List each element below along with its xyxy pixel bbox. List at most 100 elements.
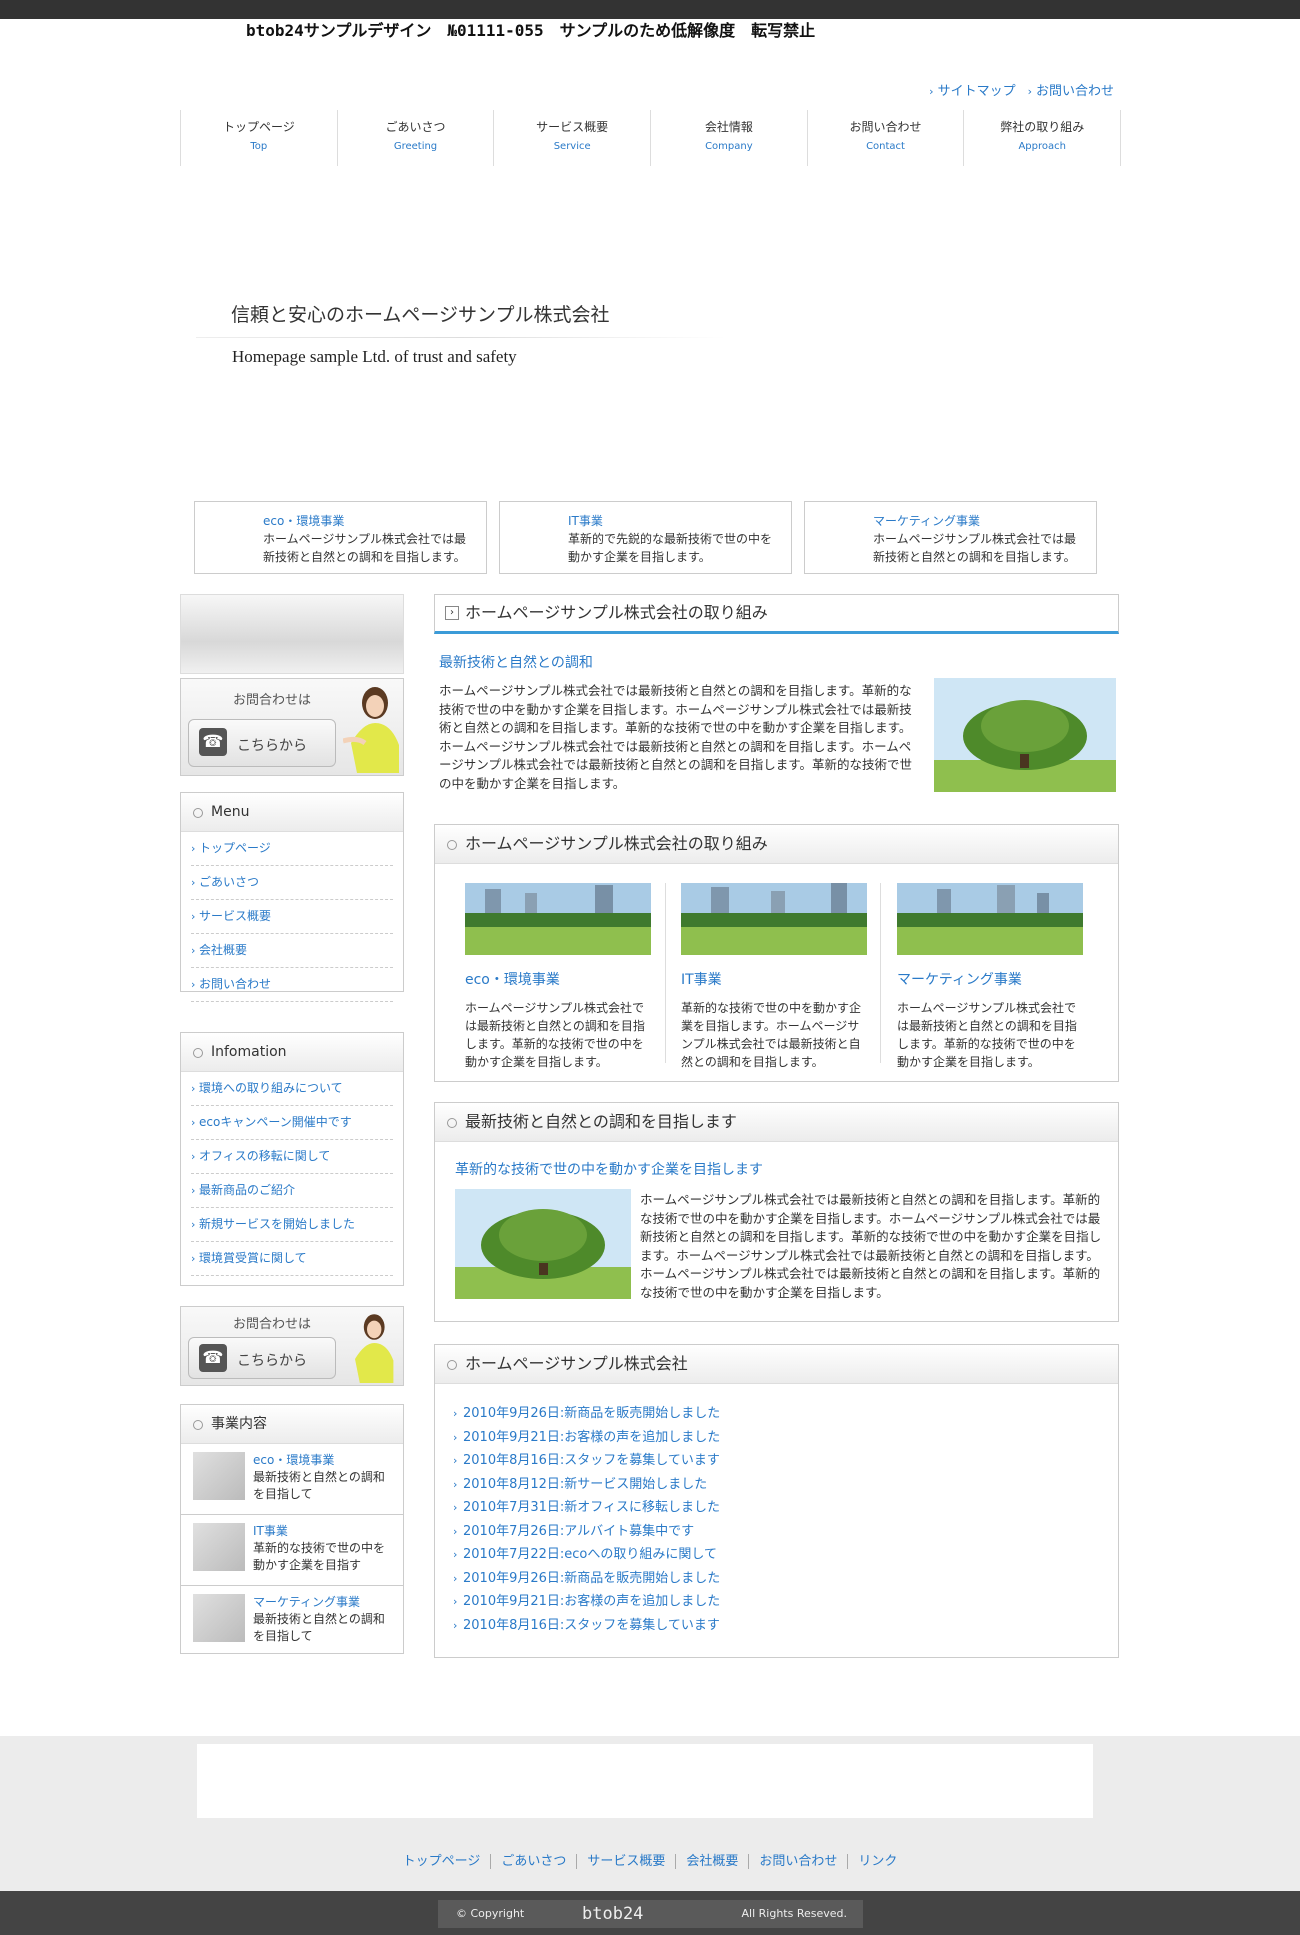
biz-box-marketing[interactable]: マーケティング事業 ホームページサンプル株式会社では最新技術と自然との調和を目指… xyxy=(804,501,1097,574)
feature-column: eco・環境事業 ホームページサンプル株式会社では最新技術と自然との調和を目指し… xyxy=(465,883,651,1071)
receptionist-image xyxy=(343,687,399,773)
contact-button-label: こちらから xyxy=(237,1353,307,1369)
tree-image xyxy=(455,1189,631,1299)
info-item[interactable]: 新規サービスを開始しました xyxy=(191,1208,393,1242)
services-panel-title: 事業内容 xyxy=(181,1405,403,1444)
feature-title[interactable]: eco・環境事業 xyxy=(465,969,651,989)
contact-banner-small[interactable]: お問合わせは ☎ こちらから xyxy=(180,1306,404,1386)
sample-notice: btob24サンプルデザイン №01111-055 サンプルのため低解像度 転写… xyxy=(246,21,816,40)
info-item[interactable]: オフィスの移転に関して xyxy=(191,1140,393,1174)
nav-item-service[interactable]: サービス概要 Service xyxy=(494,110,652,166)
global-nav: トップページ Top ごあいさつ Greeting サービス概要 Service 会社… xyxy=(180,110,1122,166)
biz-box-desc: 革新的で先鋭的な最新技術で世の中を動かす企業を目指します。 xyxy=(568,532,773,564)
service-item[interactable]: マーケティング事業 最新技術と自然との調和を目指して xyxy=(181,1586,403,1656)
footer-link-contact[interactable]: お問い合わせ xyxy=(748,1854,848,1869)
service-item[interactable]: eco・環境事業 最新技術と自然との調和を目指して xyxy=(181,1444,403,1515)
sidebar-item-greeting[interactable]: ごあいさつ xyxy=(191,866,393,900)
nav-item-greeting[interactable]: ごあいさつ Greeting xyxy=(338,110,495,166)
section2-box: ホームページサンプル株式会社の取り組み eco・環境事業 ホームページサンプル株… xyxy=(434,824,1119,1082)
info-item[interactable]: ecoキャンペーン開催中です xyxy=(191,1106,393,1140)
info-panel-title: Infomation xyxy=(181,1033,403,1072)
sidebar-item-company[interactable]: 会社概要 xyxy=(191,934,393,968)
column-divider xyxy=(665,883,666,1063)
top-bar xyxy=(0,0,1300,19)
sidebar-item-top[interactable]: トップページ xyxy=(191,832,393,866)
news-item[interactable]: 2010年9月21日:お客様の声を追加しました xyxy=(453,1590,1118,1614)
biz-box-title[interactable]: eco・環境事業 xyxy=(263,512,476,530)
receptionist-image xyxy=(355,1314,394,1383)
section1-title: ホームページサンプル株式会社の取り組み xyxy=(434,594,1119,634)
contact-button[interactable]: ☎ こちらから xyxy=(188,1337,336,1379)
news-item[interactable]: 2010年7月31日:新オフィスに移転しました xyxy=(453,1496,1118,1520)
nav-item-company[interactable]: 会社情報 Company xyxy=(651,110,808,166)
footer-link-company[interactable]: 会社概要 xyxy=(675,1854,749,1869)
sidebar-item-contact[interactable]: お問い合わせ xyxy=(191,968,393,1002)
news-item[interactable]: 2010年8月16日:スタッフを募集しています xyxy=(453,1614,1118,1638)
menu-panel: Menu トップページ ごあいさつ サービス概要 会社概要 お問い合わせ xyxy=(180,792,404,1002)
section3-box: 最新技術と自然との調和を目指します 革新的な技術で世の中を動かす企業を目指します… xyxy=(434,1102,1119,1322)
news-box: ホームページサンプル株式会社 2010年9月26日:新商品を販売開始しました 2… xyxy=(434,1344,1119,1658)
sitemap-link[interactable]: サイトマップ xyxy=(929,80,1016,99)
hero-divider xyxy=(196,337,726,338)
info-item[interactable]: 環境への取り組みについて xyxy=(191,1072,393,1106)
brand-logo: btob24 xyxy=(582,1904,644,1924)
park-image xyxy=(681,883,867,955)
news-item[interactable]: 2010年7月26日:アルバイト募集中です xyxy=(453,1520,1118,1544)
park-image xyxy=(465,883,651,955)
sidebar-banner-gradient xyxy=(180,594,404,674)
news-list: 2010年9月26日:新商品を販売開始しました 2010年9月21日:お客様の声… xyxy=(435,1402,1118,1637)
feature-desc: ホームページサンプル株式会社では最新技術と自然との調和を目指します。革新的な技術… xyxy=(465,1001,645,1069)
biz-box-it[interactable]: IT事業 革新的で先鋭的な最新技術で世の中を動かす企業を目指します。 xyxy=(499,501,792,574)
nav-item-top[interactable]: トップページ Top xyxy=(181,110,338,166)
news-item[interactable]: 2010年9月21日:お客様の声を追加しました xyxy=(453,1426,1118,1450)
service-thumbnail xyxy=(193,1523,245,1571)
section1-body: ホームページサンプル株式会社では最新技術と自然との調和を目指します。革新的な技術… xyxy=(439,683,913,791)
biz-box-title[interactable]: マーケティング事業 xyxy=(873,512,1086,530)
info-item[interactable]: 最新商品のご紹介 xyxy=(191,1174,393,1208)
footer-link-greeting[interactable]: ごあいさつ xyxy=(490,1854,577,1869)
rights-text: All Rights Reseved. xyxy=(741,1907,848,1920)
news-item[interactable]: 2010年9月26日:新商品を販売開始しました xyxy=(453,1567,1118,1591)
news-item[interactable]: 2010年7月22日:ecoへの取り組みに関して xyxy=(453,1543,1118,1567)
feature-title[interactable]: IT事業 xyxy=(681,969,867,989)
contact-button[interactable]: ☎ こちらから xyxy=(188,719,336,767)
feature-column: マーケティング事業 ホームページサンプル株式会社では最新技術と自然との調和を目指… xyxy=(897,883,1083,1071)
section3-subtitle: 革新的な技術で世の中を動かす企業を目指します xyxy=(455,1162,763,1178)
feature-title[interactable]: マーケティング事業 xyxy=(897,969,1083,989)
section3-title: 最新技術と自然との調和を目指します xyxy=(435,1103,1118,1142)
section3-body: ホームページサンプル株式会社では最新技術と自然との調和を目指します。革新的な技術… xyxy=(640,1192,1102,1300)
nav-item-approach[interactable]: 弊社の取り組み Approach xyxy=(964,110,1122,166)
info-item[interactable]: 環境賞受賞に関して xyxy=(191,1242,393,1276)
nav-item-contact[interactable]: お問い合わせ Contact xyxy=(808,110,965,166)
copyright-bar: © Copyright btob24 All Rights Reseved. xyxy=(0,1891,1300,1935)
feature-column: IT事業 革新的な技術で世の中を動かす企業を目指します。ホームページサンプル株式… xyxy=(681,883,867,1071)
section2-title: ホームページサンプル株式会社の取り組み xyxy=(435,825,1118,864)
news-item[interactable]: 2010年9月26日:新商品を販売開始しました xyxy=(453,1402,1118,1426)
tree-image xyxy=(934,678,1116,792)
footer-nav: トップページ ごあいさつ サービス概要 会社概要 お問い合わせ リンク xyxy=(0,1850,1300,1869)
biz-box-eco[interactable]: eco・環境事業 ホームページサンプル株式会社では最新技術と自然との調和を目指し… xyxy=(194,501,487,574)
news-item[interactable]: 2010年8月16日:スタッフを募集しています xyxy=(453,1449,1118,1473)
hero-subtitle: Homepage sample Ltd. of trust and safety xyxy=(232,347,517,366)
menu-panel-title: Menu xyxy=(181,793,403,832)
footer-link-service[interactable]: サービス概要 xyxy=(576,1854,676,1869)
section1-subtitle: 最新技術と自然との調和 xyxy=(439,655,593,671)
contact-link[interactable]: お問い合わせ xyxy=(1028,80,1114,99)
footer-banner xyxy=(197,1744,1093,1818)
service-item[interactable]: IT事業 革新的な技術で世の中を動かす企業を目指す xyxy=(181,1515,403,1586)
biz-box-title[interactable]: IT事業 xyxy=(568,512,781,530)
phone-icon: ☎ xyxy=(199,728,227,756)
biz-box-desc: ホームページサンプル株式会社では最新技術と自然との調和を目指します。 xyxy=(873,532,1077,564)
contact-caption: お問合わせは xyxy=(233,1317,312,1332)
news-item[interactable]: 2010年8月12日:新サービス開始しました xyxy=(453,1473,1118,1497)
sidebar-item-service[interactable]: サービス概要 xyxy=(191,900,393,934)
contact-banner[interactable]: お問合わせは ☎ こちらから xyxy=(180,678,404,776)
services-panel: 事業内容 eco・環境事業 最新技術と自然との調和を目指して IT事業 革新的な技術… xyxy=(180,1404,404,1654)
footer-link-top[interactable]: トップページ xyxy=(393,1854,491,1869)
footer-link-links[interactable]: リンク xyxy=(847,1854,908,1869)
biz-box-desc: ホームページサンプル株式会社では最新技術と自然との調和を目指します。 xyxy=(263,532,467,564)
copyright-panel: © Copyright btob24 All Rights Reseved. xyxy=(438,1900,863,1928)
contact-button-label: こちらから xyxy=(237,738,307,754)
service-thumbnail xyxy=(193,1452,245,1500)
hero-title: 信頼と安心のホームページサンプル株式会社 xyxy=(231,304,610,326)
